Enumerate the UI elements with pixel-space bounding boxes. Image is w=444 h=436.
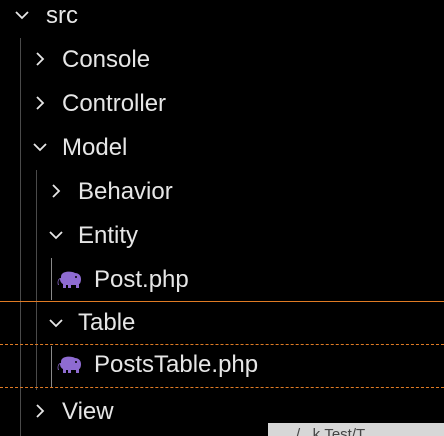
tree-folder-model[interactable]: Model — [0, 126, 444, 170]
tree-folder-controller[interactable]: Controller — [0, 82, 444, 126]
tree-folder-console[interactable]: Console — [0, 38, 444, 82]
tree-file-poststable-php[interactable]: PostsTable.php — [0, 344, 444, 388]
tree-folder-behavior[interactable]: Behavior — [0, 170, 444, 214]
chevron-right-icon — [30, 82, 50, 126]
file-explorer-tree: src Console Controller Model Behavior En… — [0, 0, 444, 436]
tree-item-label: Controller — [62, 90, 167, 117]
chevron-down-icon — [46, 214, 66, 258]
tree-item-label: Entity — [78, 222, 139, 249]
tree-folder-src[interactable]: src — [0, 0, 444, 38]
tree-item-label: Table — [78, 309, 136, 336]
path-tooltip-text: /...k.Test/T... — [296, 426, 377, 436]
tree-item-label: src — [46, 2, 78, 29]
tree-item-label: Behavior — [78, 178, 173, 205]
chevron-down-icon — [30, 126, 50, 170]
tree-folder-table[interactable]: Table — [0, 301, 444, 345]
tree-folder-entity[interactable]: Entity — [0, 214, 444, 258]
path-tooltip: /...k.Test/T... — [268, 423, 444, 436]
php-elephant-icon — [57, 355, 83, 375]
chevron-down-icon — [12, 0, 32, 38]
tree-item-label: Post.php — [94, 266, 189, 293]
tree-item-label: View — [62, 398, 114, 425]
tree-item-label: Console — [62, 46, 151, 73]
chevron-right-icon — [46, 170, 66, 214]
tree-item-label: Model — [62, 134, 128, 161]
chevron-right-icon — [30, 38, 50, 82]
chevron-right-icon — [30, 390, 50, 434]
tree-item-label: PostsTable.php — [94, 351, 259, 378]
tree-file-post-php[interactable]: Post.php — [0, 258, 444, 302]
php-elephant-icon — [57, 270, 83, 290]
chevron-down-icon — [46, 302, 66, 346]
